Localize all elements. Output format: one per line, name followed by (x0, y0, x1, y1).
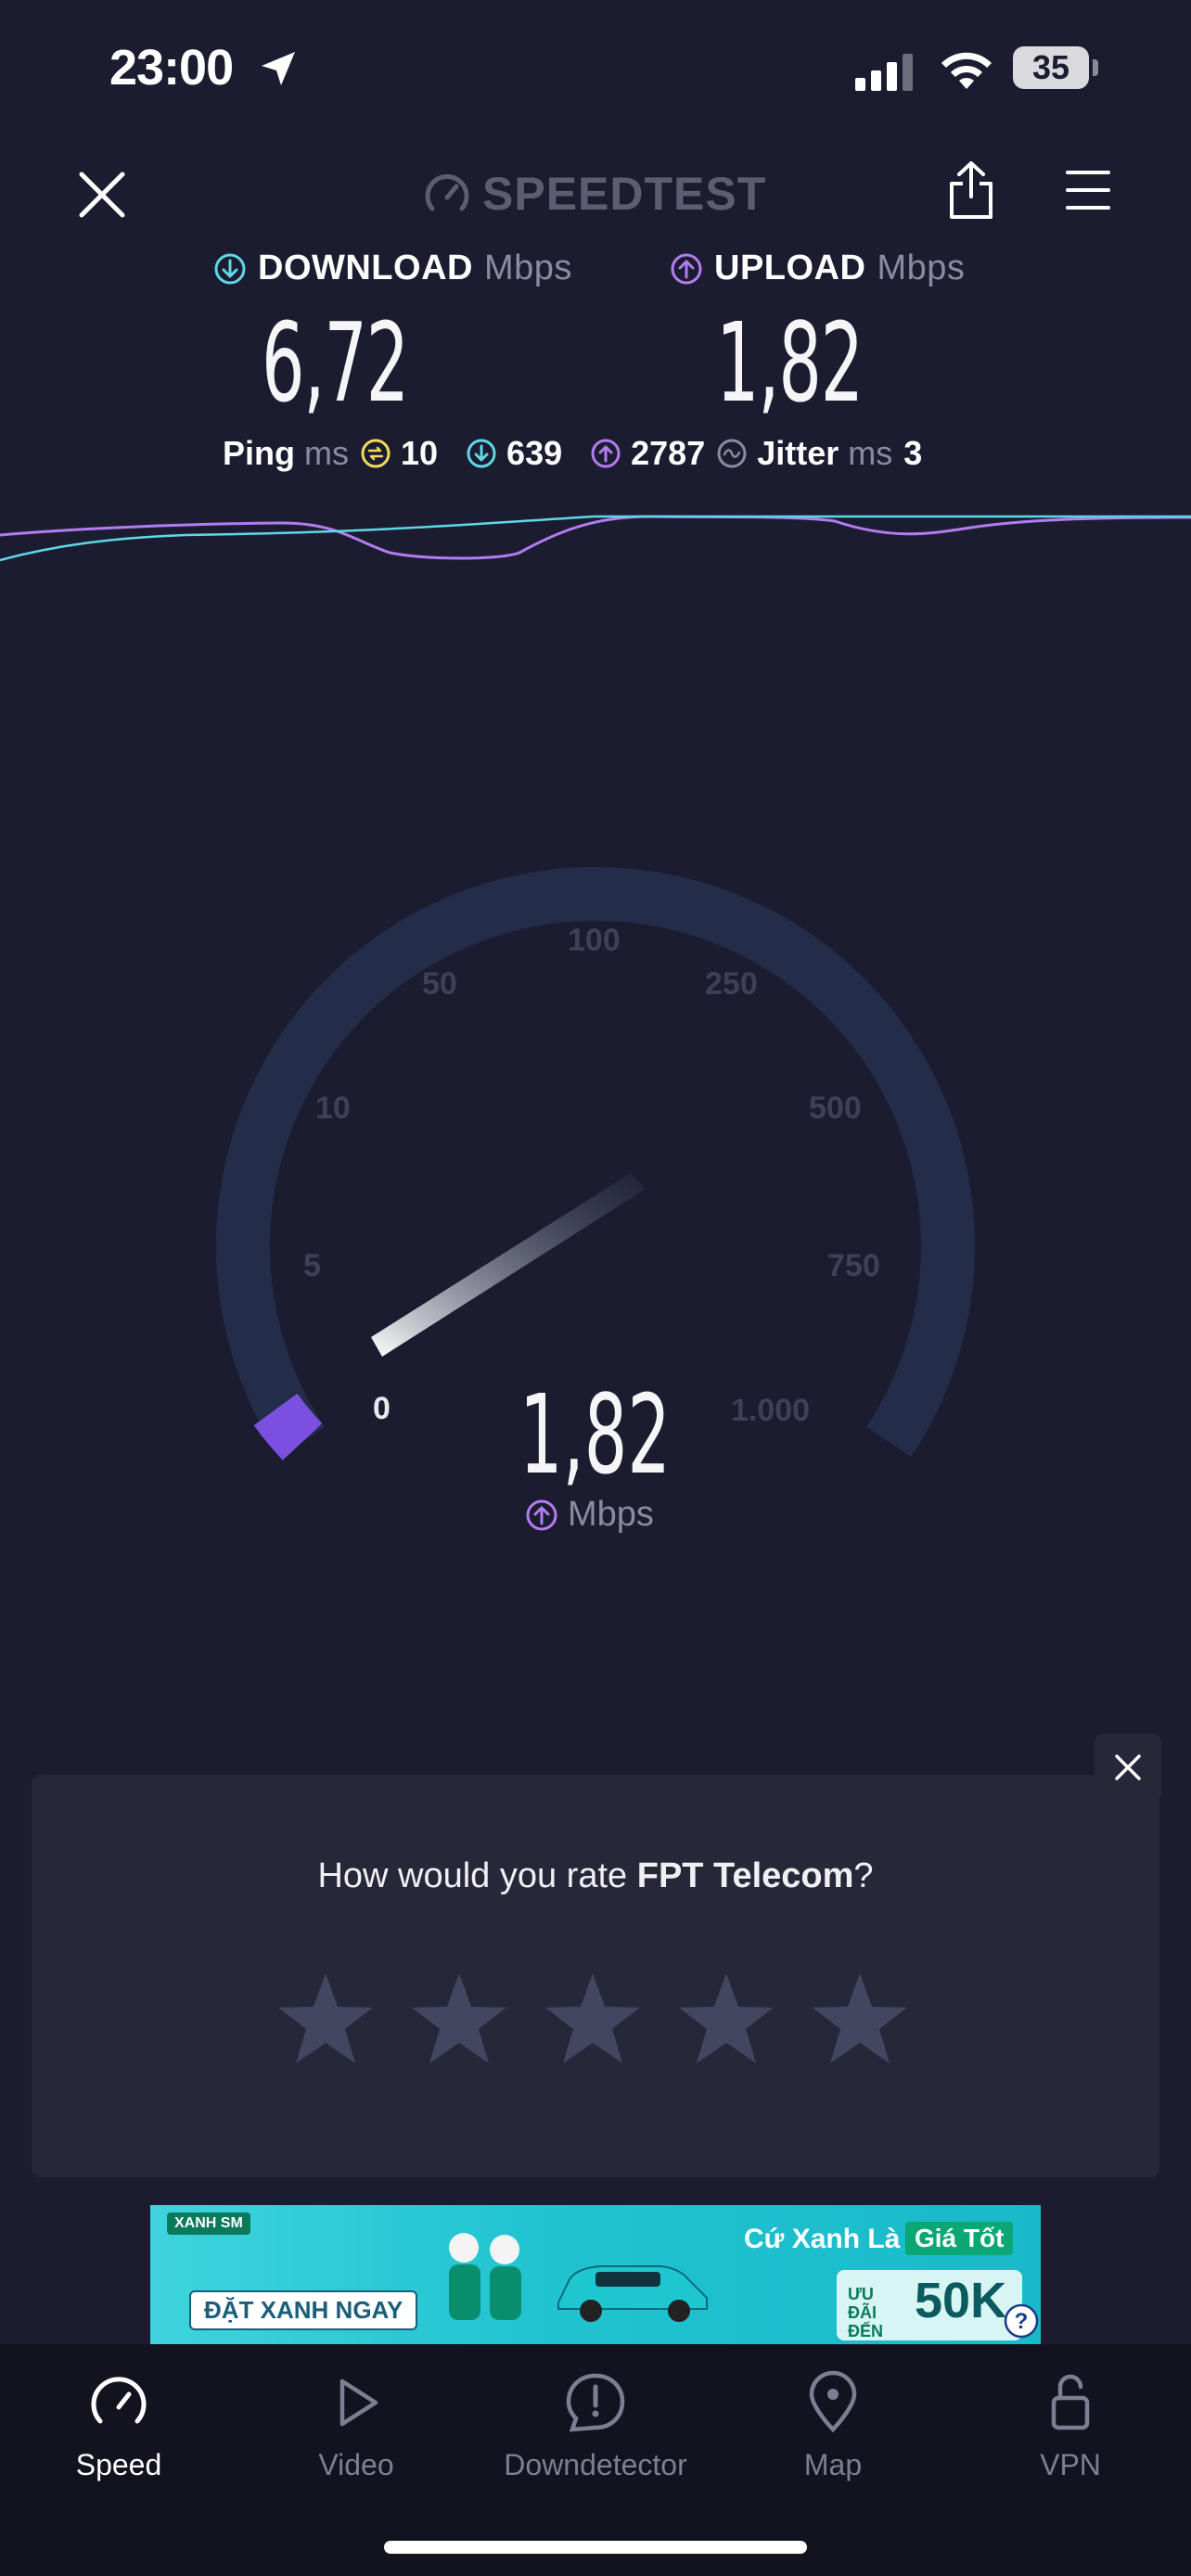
gauge-tick-label: 500 (809, 1090, 862, 1126)
speedometer-icon (91, 2377, 147, 2424)
rating-prompt: How would you rate FPT Telecom? (0, 1856, 1191, 1896)
wifi-icon (941, 52, 992, 89)
rating-close-button[interactable] (1095, 1734, 1161, 1801)
download-unit: Mbps (483, 249, 572, 287)
rating-prompt-prefix: How would you rate (317, 1856, 637, 1895)
gauge-logo-icon (425, 173, 469, 211)
ping-label: Ping (223, 434, 295, 472)
alert-icon (566, 2373, 625, 2432)
gauge-unit: Mbps (525, 1495, 654, 1535)
star-icon-4[interactable] (675, 1968, 777, 2070)
gauge-tick-label: 1.000 (731, 1393, 811, 1428)
star-rating (275, 1968, 911, 2070)
tab-label: Map (803, 2448, 863, 2481)
tab-label: Speed (75, 2448, 162, 2481)
gauge-tick-label: 5 (303, 1248, 321, 1283)
gauge-progress (253, 1393, 323, 1460)
play-icon (339, 2378, 378, 2427)
tab-label: VPN (1040, 2448, 1101, 2481)
ad-deal-label: ƯU ĐÃI ĐẾN (848, 2285, 884, 2340)
ad-slogan: Cứ Xanh Là (744, 2224, 901, 2254)
download-label: DOWNLOAD (258, 249, 473, 287)
idle-ping-icon (361, 439, 391, 468)
upload-header: UPLOAD Mbps (670, 249, 965, 288)
jitter-value: 3 (903, 434, 923, 472)
ad-slogan-highlight: Giá Tốt (905, 2222, 1014, 2255)
tab-vpn[interactable]: VPN (968, 2370, 1172, 2482)
download-value: 6,72 (262, 299, 409, 427)
gauge-tick-label: 10 (315, 1090, 351, 1126)
ping-upload-icon (591, 439, 621, 468)
star-icon-2[interactable] (408, 1968, 510, 2070)
upload-label: UPLOAD (714, 249, 866, 287)
gauge-tick-label: 50 (422, 966, 457, 1001)
ad-brand-logo: XANH SM (167, 2213, 250, 2235)
upload-unit: Mbps (877, 249, 966, 287)
ad-cta-button[interactable]: ĐẶT XANH NGAY (189, 2290, 418, 2330)
battery-indicator: 35 (1013, 46, 1089, 89)
share-icon[interactable] (946, 159, 996, 221)
gauge-value: 1,82 (519, 1371, 671, 1498)
gauge-tick-label: 250 (705, 966, 758, 1001)
star-icon-5[interactable] (809, 1968, 911, 2070)
jitter-icon (717, 439, 747, 468)
gauge-unit-label: Mbps (568, 1495, 654, 1534)
logo-text: SPEEDTEST (482, 168, 767, 220)
home-indicator (384, 2541, 807, 2554)
jitter-label: Jitter (757, 434, 839, 472)
gauge-tick-label: 100 (568, 923, 621, 958)
speedtest-logo: SPEEDTEST (423, 165, 766, 223)
battery-cap (1093, 59, 1098, 76)
jitter-unit: ms (848, 434, 893, 472)
download-arrow-icon (214, 253, 246, 284)
ad-info-icon[interactable]: ? (1004, 2303, 1039, 2339)
status-time: 23:00 (109, 40, 234, 96)
ping-row: Ping ms 10 639 2787 Jitter ms 3 (223, 434, 922, 473)
gauge-track (216, 866, 975, 1458)
tab-map[interactable]: Map (731, 2370, 935, 2482)
star-icon-3[interactable] (542, 1968, 644, 2070)
map-pin-icon (809, 2370, 857, 2433)
rating-prompt-suffix: ? (853, 1856, 874, 1895)
close-icon (1115, 1754, 1141, 1780)
close-icon[interactable] (74, 167, 130, 223)
ad-car-illustration (557, 2265, 708, 2322)
location-arrow-icon (262, 52, 295, 85)
ping-upload-value: 2787 (631, 434, 706, 472)
menu-icon[interactable] (1065, 169, 1111, 211)
star-icon-1[interactable] (275, 1968, 377, 2070)
tab-speed[interactable]: Speed (17, 2370, 221, 2482)
speed-graph (0, 515, 1191, 562)
upload-value: 1,82 (716, 299, 864, 427)
ping-unit: ms (304, 434, 349, 472)
upload-arrow-icon (671, 253, 702, 284)
ping-download-icon (467, 439, 496, 468)
tab-label: Video (318, 2448, 394, 2481)
ad-deal-value: 50K (915, 2273, 1007, 2328)
cellular-signal-icon (855, 54, 913, 91)
gauge-tick-label: 0 (373, 1391, 391, 1426)
tab-label: Downdetector (504, 2448, 687, 2481)
gauge-needle (371, 1173, 646, 1357)
tab-downdetector[interactable]: Downdetector (493, 2370, 698, 2482)
ping-download-value: 639 (506, 434, 563, 472)
upload-graph-line (0, 515, 1191, 560)
unlock-icon (1051, 2374, 1090, 2430)
svg-text:?: ? (1015, 2309, 1029, 2334)
upload-arrow-icon (526, 1499, 557, 1530)
rating-provider: FPT Telecom (636, 1856, 854, 1895)
ping-idle-value: 10 (401, 434, 439, 472)
gauge-tick-label: 750 (827, 1248, 880, 1283)
tab-video[interactable]: Video (254, 2370, 458, 2482)
download-header: DOWNLOAD Mbps (213, 249, 572, 288)
ad-riders-illustration (449, 2233, 521, 2320)
ad-banner[interactable]: XANH SM ĐẶT XANH NGAY Cứ Xanh Là Giá Tốt… (150, 2205, 1041, 2344)
